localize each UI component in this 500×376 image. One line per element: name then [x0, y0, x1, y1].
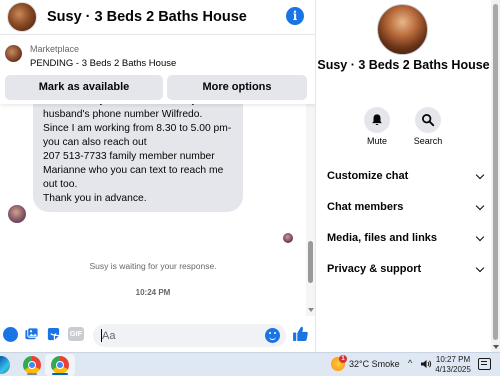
profile-name: Susy · 3 Beds 2 Baths House	[317, 58, 490, 72]
chrome-active-icon[interactable]	[51, 356, 69, 374]
weather-text[interactable]: 32°C Smoke	[349, 359, 400, 369]
section-chat-members[interactable]: Chat members	[327, 197, 485, 217]
contact-avatar[interactable]	[7, 2, 37, 32]
marketplace-banner: Marketplace PENDING - 3 Beds 2 Baths Hou…	[0, 34, 315, 104]
section-label: Chat members	[327, 201, 404, 213]
message-list: name is Susy. 207 4028956 is my husband'…	[0, 96, 306, 318]
chevron-down-icon	[475, 232, 485, 242]
windows-taskbar: 1 32°C Smoke ^ 10:27 PM 4/13/2025	[0, 352, 500, 376]
waiting-status-text: Susy is waiting for your response.	[89, 261, 217, 271]
chevron-down-icon	[475, 201, 485, 211]
section-label: Media, files and links	[327, 232, 438, 244]
section-privacy-support[interactable]: Privacy & support	[327, 259, 485, 279]
mute-button[interactable]: Mute	[357, 107, 397, 146]
search-button[interactable]: Search	[408, 107, 448, 146]
plus-icon[interactable]: +	[3, 327, 18, 342]
mute-label: Mute	[366, 136, 387, 146]
listing-status: PENDING - 3 Beds 2 Baths House	[30, 58, 177, 69]
scrollbar-thumb[interactable]	[308, 241, 313, 283]
gif-icon[interactable]: GIF	[68, 327, 84, 341]
message-timestamp: 10:24 PM	[135, 288, 171, 297]
show-hidden-icons-chevron-icon[interactable]: ^	[408, 358, 412, 368]
message-composer: + GIF	[0, 318, 315, 352]
section-label: Privacy & support	[327, 263, 422, 275]
image-icon[interactable]	[24, 327, 39, 342]
chevron-down-icon	[475, 170, 485, 180]
notifications-icon[interactable]	[478, 358, 491, 370]
chrome-icon[interactable]	[23, 356, 41, 374]
chat-title[interactable]: Susy · 3 Beds 2 Baths House	[47, 9, 247, 25]
bell-icon	[372, 114, 382, 126]
sticker-icon[interactable]	[46, 327, 61, 342]
info-icon[interactable]: i	[286, 7, 304, 25]
mark-as-available-button[interactable]: Mark as available	[5, 75, 163, 100]
volume-icon[interactable]	[420, 358, 432, 370]
taskbar-active-indicator	[52, 373, 68, 375]
scroll-down-arrow-icon[interactable]	[308, 308, 314, 312]
section-label: Customize chat	[327, 170, 409, 182]
seen-indicator-avatar	[283, 233, 293, 243]
emoji-icon[interactable]	[265, 328, 280, 343]
weather-alert-badge: 1	[339, 355, 347, 363]
chat-header: Susy · 3 Beds 2 Baths House i	[0, 0, 315, 34]
message-input-wrapper	[93, 324, 286, 347]
more-options-button[interactable]: More options	[167, 75, 307, 100]
chevron-down-icon	[475, 263, 485, 273]
scroll-down-arrow-icon[interactable]	[493, 345, 499, 349]
chat-panel: Susy · 3 Beds 2 Baths House i Marketplac…	[0, 0, 316, 352]
section-customize-chat[interactable]: Customize chat	[327, 166, 485, 186]
message-bubble: name is Susy. 207 4028956 is my husband'…	[33, 96, 243, 212]
clock-date: 4/13/2025	[435, 365, 471, 374]
section-media-files-links[interactable]: Media, files and links	[327, 228, 485, 248]
page-scrollbar[interactable]	[491, 0, 500, 352]
mute-button-circle[interactable]	[364, 107, 390, 133]
conversation-info-panel: Susy · 3 Beds 2 Baths House Mute Search …	[316, 0, 491, 352]
search-icon	[422, 114, 435, 127]
taskbar-running-indicator	[27, 373, 37, 375]
like-icon[interactable]	[292, 325, 309, 342]
text-caret	[101, 329, 102, 342]
marketplace-label: Marketplace	[30, 44, 80, 54]
messages-scrollbar[interactable]	[306, 96, 315, 316]
listing-thumbnail[interactable]	[5, 45, 22, 62]
search-label: Search	[413, 136, 443, 146]
message-input[interactable]	[93, 324, 261, 347]
profile-image[interactable]	[377, 4, 428, 55]
page-scrollbar-thumb[interactable]	[493, 4, 498, 340]
sender-avatar[interactable]	[8, 205, 26, 223]
search-button-circle[interactable]	[415, 107, 441, 133]
clock-time: 10:27 PM	[435, 355, 471, 364]
edge-browser-icon[interactable]	[0, 356, 10, 374]
system-clock[interactable]: 10:27 PM 4/13/2025	[434, 355, 472, 375]
